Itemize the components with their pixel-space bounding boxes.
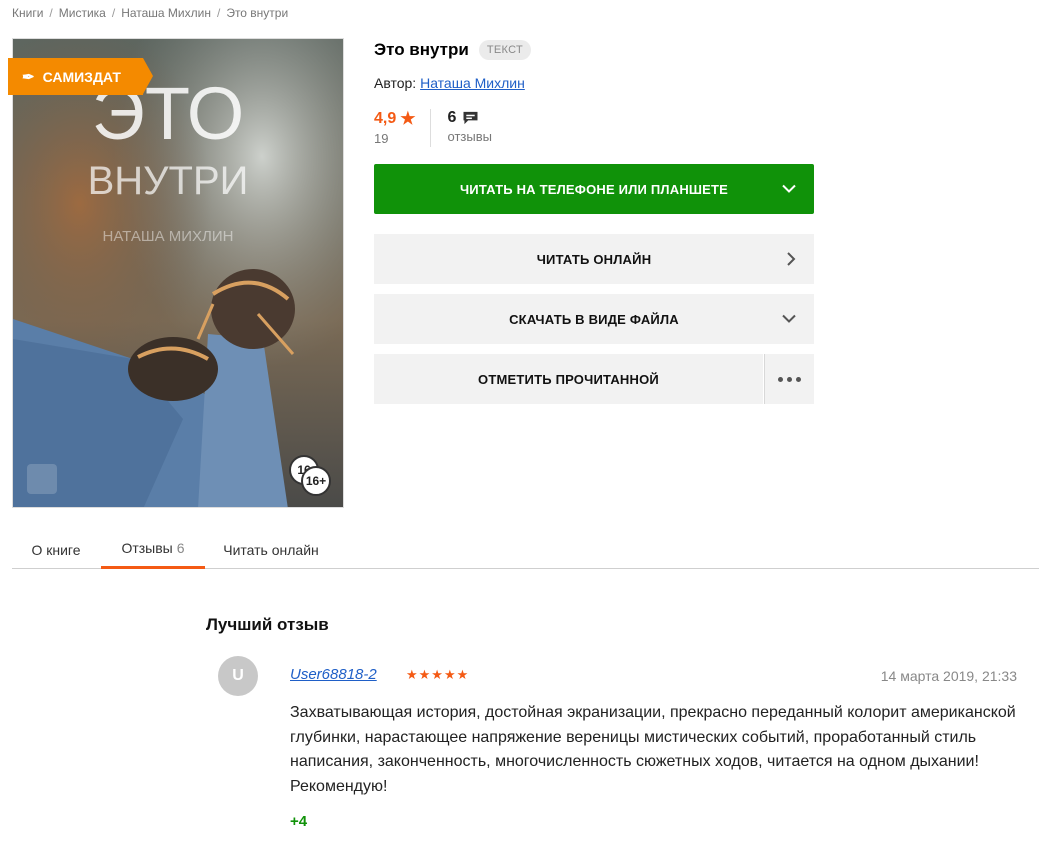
rating-block[interactable]: 4,9 ★ 19 bbox=[374, 109, 431, 147]
chevron-down-icon bbox=[782, 314, 796, 323]
download-file-button[interactable]: СКАЧАТЬ В ВИДЕ ФАЙЛА bbox=[374, 294, 814, 344]
review-votes[interactable]: +4 bbox=[290, 813, 307, 830]
cover-image: ЭТО ВНУТРИ НАТАША МИХЛИН bbox=[13, 39, 343, 507]
book-cover[interactable]: ЭТО ВНУТРИ НАТАША МИХЛИН bbox=[12, 38, 344, 508]
read-on-phone-button[interactable]: ЧИТАТЬ НА ТЕЛЕФОНЕ ИЛИ ПЛАНШЕТЕ bbox=[374, 164, 814, 214]
feather-icon: ✒ bbox=[22, 68, 35, 86]
cover-title-line2: ВНУТРИ bbox=[88, 159, 249, 203]
tab-reviews[interactable]: Отзывы 6 bbox=[101, 530, 205, 569]
book-type-tag: ТЕКСТ bbox=[478, 40, 531, 60]
read-online-label: ЧИТАТЬ ОНЛАЙН bbox=[536, 251, 652, 267]
cover-author: НАТАША МИХЛИН bbox=[103, 228, 234, 245]
tab-about-book[interactable]: О книге bbox=[12, 530, 100, 569]
chevron-down-icon bbox=[782, 184, 796, 193]
author-label: Автор: bbox=[374, 75, 417, 91]
reviews-count: 6 bbox=[447, 109, 457, 126]
author-line: Автор: Наташа Михлин bbox=[374, 75, 525, 91]
review-text: Захватывающая история, достойная экраниз… bbox=[290, 704, 1016, 795]
samizdat-label: САМИЗДАТ bbox=[42, 68, 121, 85]
tab-read-online[interactable]: Читать онлайн bbox=[218, 530, 324, 569]
book-stats: 4,9 ★ 19 6 отзывы bbox=[374, 109, 492, 147]
review-username[interactable]: User68818-2 bbox=[290, 666, 377, 683]
reviews-label: отзывы bbox=[447, 129, 492, 144]
read-on-phone-label: ЧИТАТЬ НА ТЕЛЕФОНЕ ИЛИ ПЛАНШЕТЕ bbox=[459, 181, 729, 197]
more-options-button[interactable] bbox=[764, 354, 814, 404]
download-file-label: СКАЧАТЬ В ВИДЕ ФАЙЛА bbox=[509, 311, 679, 327]
tab-reviews-label: Отзывы bbox=[121, 540, 173, 556]
title-row: Это внутри ТЕКСТ bbox=[374, 40, 531, 60]
author-link[interactable]: Наташа Михлин bbox=[420, 75, 525, 91]
breadcrumb-mystic[interactable]: Мистика bbox=[59, 6, 106, 20]
breadcrumb-current: Это внутри bbox=[226, 6, 289, 20]
chevron-right-icon bbox=[787, 252, 796, 266]
samizdat-badge: ✒ САМИЗДАТ bbox=[8, 58, 153, 95]
star-icon: ★ bbox=[400, 109, 416, 128]
review-date: 14 марта 2019, 21:33 bbox=[880, 668, 1017, 684]
best-review-heading: Лучший отзыв bbox=[206, 615, 329, 634]
tab-read-label: Читать онлайн bbox=[223, 541, 319, 558]
tab-about-label: О книге bbox=[31, 541, 81, 558]
avatar[interactable]: U bbox=[218, 656, 258, 696]
breadcrumb-books[interactable]: Книги bbox=[12, 6, 43, 20]
age-rating-badge: 16+ bbox=[301, 466, 331, 496]
book-title: Это внутри bbox=[374, 40, 469, 59]
read-online-button[interactable]: ЧИТАТЬ ОНЛАЙН bbox=[374, 234, 814, 284]
mark-as-read-button[interactable]: ОТМЕТИТЬ ПРОЧИТАННОЙ bbox=[374, 354, 763, 404]
review-rating-stars: ★★★★★ bbox=[406, 667, 470, 682]
tab-reviews-count: 6 bbox=[176, 540, 185, 556]
mark-as-read-label: ОТМЕТИТЬ ПРОЧИТАННОЙ bbox=[478, 371, 659, 387]
breadcrumb: Книги / Мистика / Наташа Михлин / Это внутри bbox=[12, 6, 289, 20]
reviews-block[interactable]: 6 отзывы bbox=[431, 109, 492, 147]
rating-count: 19 bbox=[374, 131, 389, 146]
breadcrumb-author[interactable]: Наташа Михлин bbox=[121, 6, 211, 20]
book-tabs: О книге Отзывы 6 Читать онлайн bbox=[12, 530, 1039, 569]
rating-value: 4,9 bbox=[374, 110, 397, 127]
more-dots-icon bbox=[778, 376, 783, 382]
comment-icon bbox=[463, 111, 478, 125]
